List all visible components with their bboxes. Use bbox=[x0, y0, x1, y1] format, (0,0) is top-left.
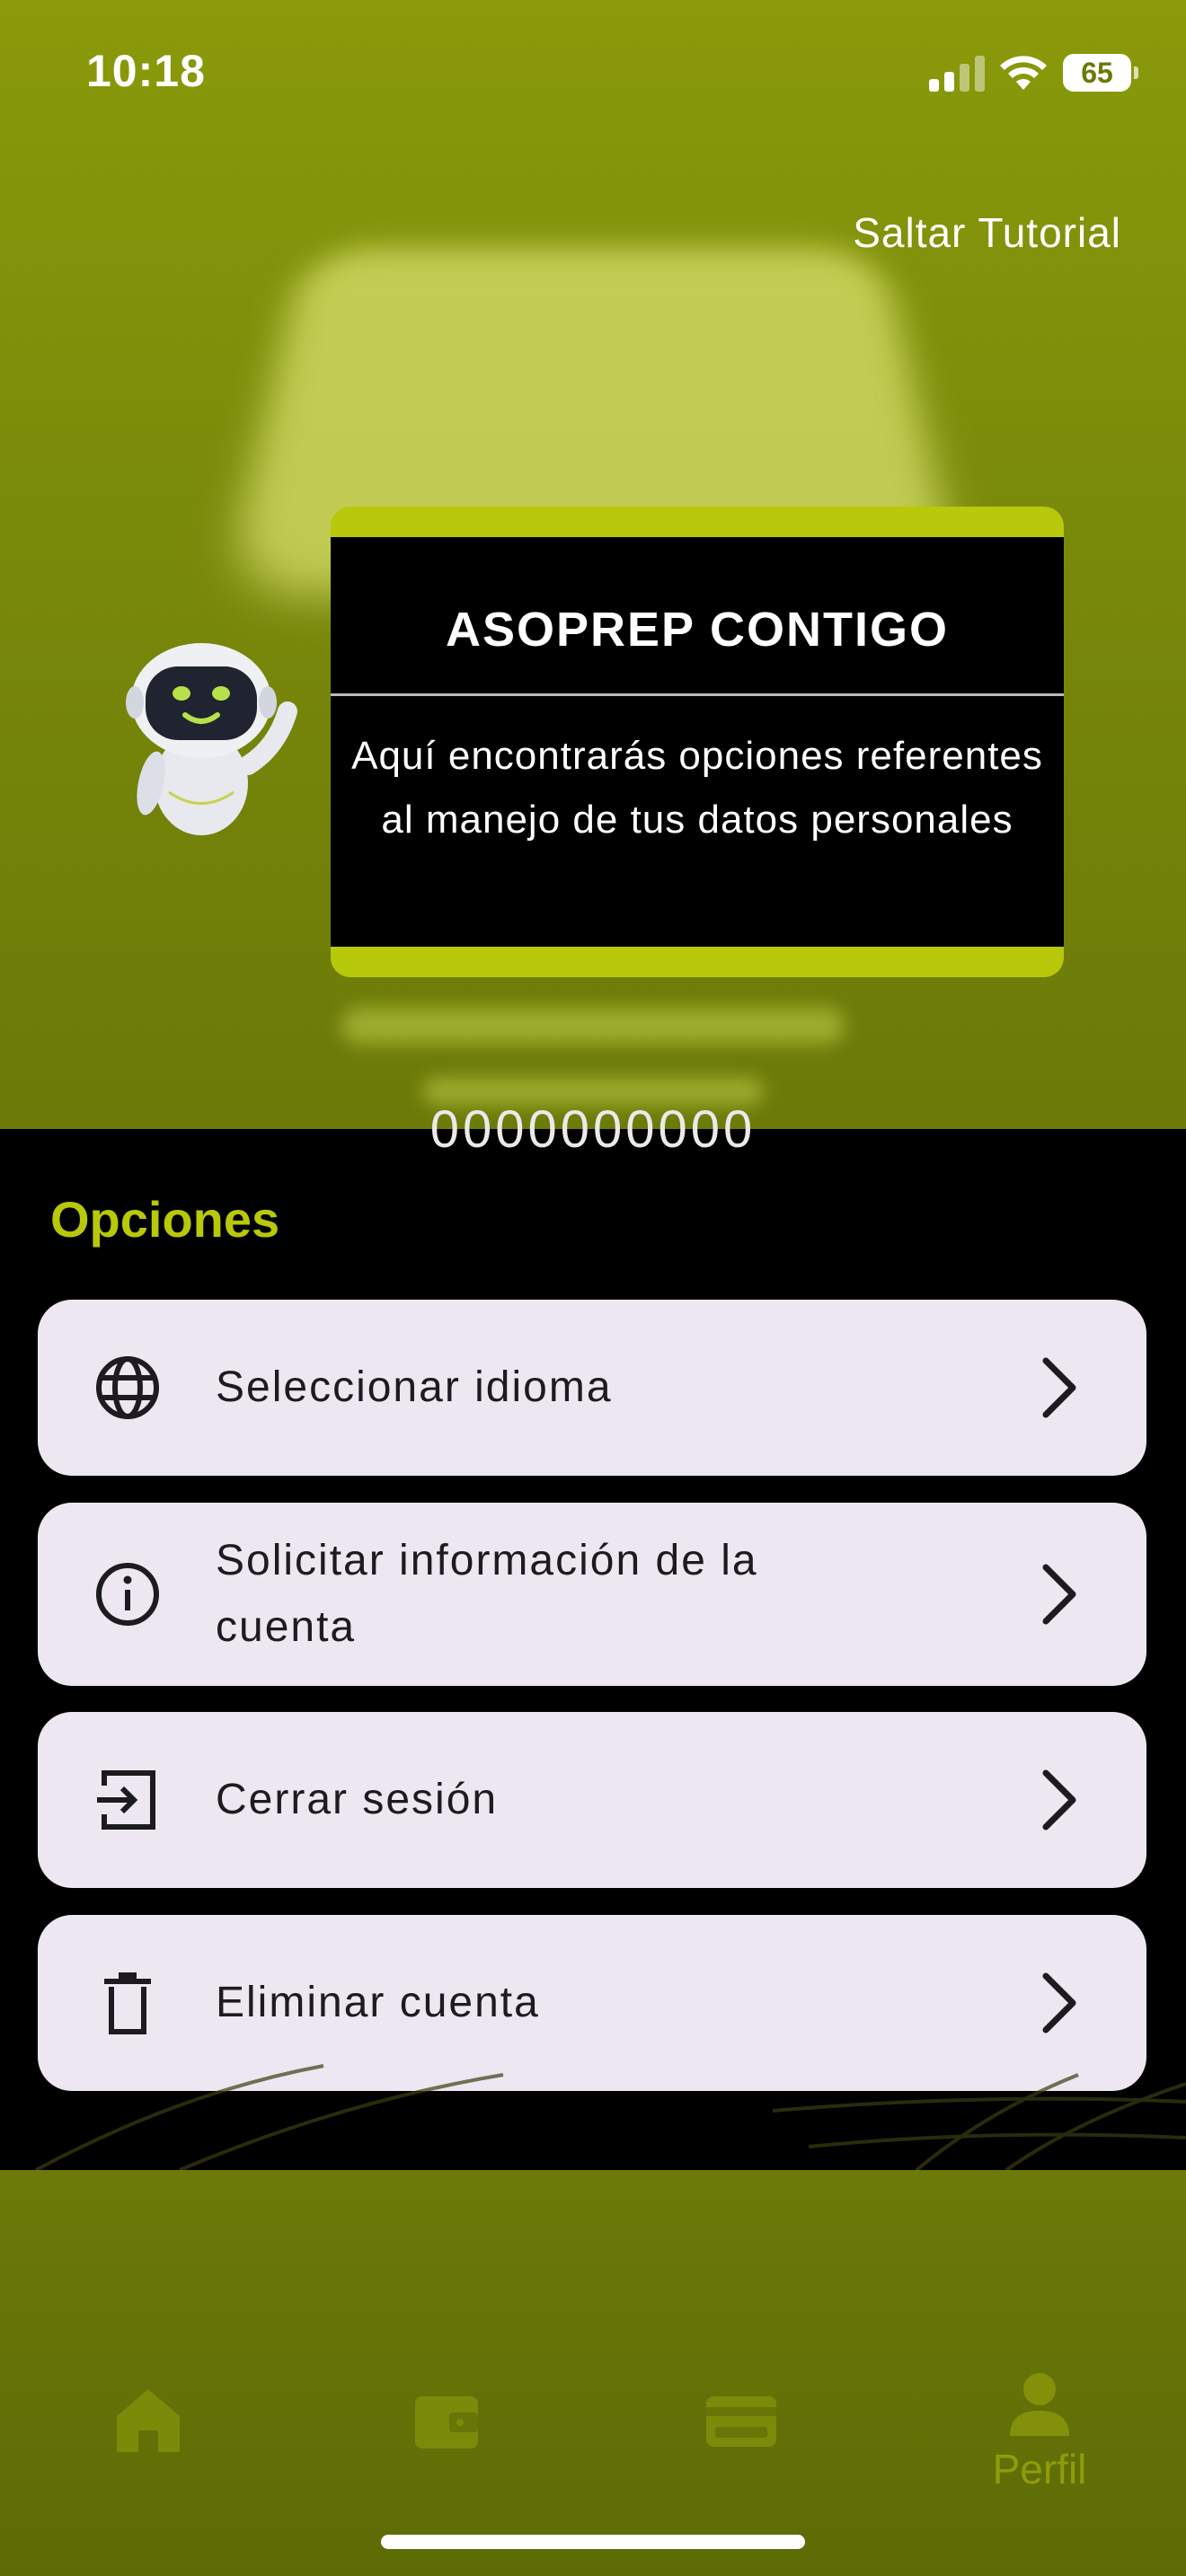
account-number: 0000000000 bbox=[429, 1100, 757, 1153]
option-logout[interactable]: Cerrar sesión bbox=[38, 1712, 1146, 1888]
battery-level: 65 bbox=[1081, 56, 1113, 89]
profile-screen: 10:18 65 Saltar Tutorial ASOPREP CONTIGO… bbox=[0, 0, 1186, 2576]
decorative-grid bbox=[35, 2064, 1186, 2170]
skip-tutorial-button[interactable]: Saltar Tutorial bbox=[853, 208, 1121, 257]
cellular-signal-icon bbox=[929, 54, 987, 92]
blurred-email-text bbox=[341, 1008, 845, 1044]
tutorial-tooltip: ASOPREP CONTIGO Aquí encontrarás opcione… bbox=[331, 507, 1064, 977]
wallet-icon[interactable] bbox=[406, 2380, 487, 2461]
options-section-title: Opciones bbox=[50, 1191, 280, 1248]
chevron-right-icon bbox=[1042, 1564, 1076, 1625]
trash-icon bbox=[104, 1972, 151, 2034]
nav-label-perfil[interactable]: Perfil bbox=[981, 2445, 1098, 2493]
globe-icon bbox=[96, 1356, 159, 1419]
tooltip-title: ASOPREP CONTIGO bbox=[445, 603, 950, 657]
person-icon[interactable] bbox=[999, 2364, 1080, 2445]
card-icon[interactable] bbox=[701, 2380, 782, 2461]
option-select-language[interactable]: Seleccionar idioma bbox=[38, 1300, 1146, 1476]
battery-icon: 65 bbox=[1063, 54, 1138, 92]
wifi-icon bbox=[1000, 56, 1047, 90]
tooltip-message: Aquí encontrarás opciones referentes al … bbox=[351, 734, 1043, 842]
chevron-right-icon bbox=[1042, 1769, 1076, 1831]
option-label: Solicitar información de la cuenta bbox=[216, 1537, 758, 1651]
home-indicator bbox=[381, 2535, 805, 2549]
chevron-right-icon bbox=[1042, 1357, 1076, 1418]
tooltip-divider bbox=[331, 693, 1064, 696]
chevron-right-icon bbox=[1042, 1972, 1076, 2033]
option-label: Seleccionar idioma bbox=[216, 1363, 613, 1411]
option-label: Cerrar sesión bbox=[216, 1776, 499, 1823]
logout-icon bbox=[97, 1770, 155, 1830]
home-icon[interactable] bbox=[108, 2380, 189, 2461]
option-request-account-info[interactable]: Solicitar información de la cuenta bbox=[38, 1503, 1146, 1686]
info-icon bbox=[96, 1563, 159, 1626]
status-time: 10:18 bbox=[86, 46, 206, 96]
option-label: Eliminar cuenta bbox=[216, 1979, 540, 2026]
robot-mascot-icon bbox=[126, 643, 297, 835]
